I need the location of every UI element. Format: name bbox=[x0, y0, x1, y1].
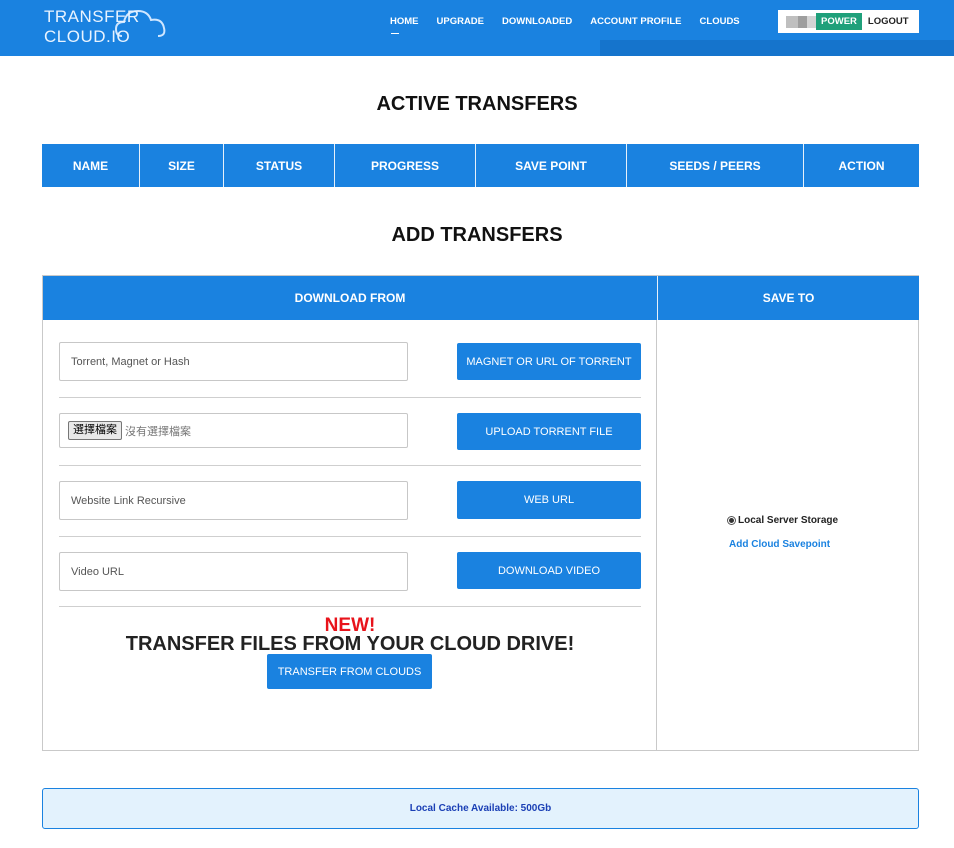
nav-upgrade[interactable]: UPGRADE bbox=[437, 16, 485, 27]
download-from-header: DOWNLOAD FROM bbox=[43, 276, 657, 320]
download-video-button[interactable]: DOWNLOAD VIDEO bbox=[457, 552, 641, 589]
row-divider bbox=[59, 397, 641, 398]
column-header-size: SIZE bbox=[140, 144, 224, 187]
site-logo[interactable]: Transfer Cloud.io bbox=[44, 6, 194, 46]
nav-clouds[interactable]: CLOUDS bbox=[700, 16, 740, 27]
logo-text: Transfer Cloud.io bbox=[44, 7, 140, 46]
column-header-progress: PROGRESS bbox=[335, 144, 476, 187]
add-transfers-title: ADD TRANSFERS bbox=[391, 224, 563, 246]
nav-account-profile[interactable]: ACCOUNT PROFILE bbox=[590, 16, 681, 27]
choose-file-button[interactable]: 選擇檔案 bbox=[68, 421, 122, 440]
nav-home[interactable]: HOME bbox=[390, 16, 419, 34]
column-header-name: NAME bbox=[42, 144, 140, 187]
add-transfers-panel: DOWNLOAD FROM SAVE TO MAGNET OR URL OF T… bbox=[42, 275, 919, 751]
active-transfers-title: ACTIVE TRANSFERS bbox=[376, 93, 578, 115]
radio-selected-icon[interactable] bbox=[727, 516, 736, 525]
local-cache-banner: Local Cache Available: 500Gb bbox=[42, 788, 919, 829]
no-file-label: 沒有選擇檔案 bbox=[125, 425, 191, 438]
cloud-transfer-title: TRANSFER FILES FROM YOUR CLOUD DRIVE! bbox=[125, 633, 575, 655]
save-to-header: SAVE TO bbox=[657, 276, 919, 320]
save-option-local[interactable]: Local Server Storage bbox=[727, 515, 838, 526]
row-divider bbox=[59, 465, 641, 466]
column-header-seeds-peers: SEEDS / PEERS bbox=[627, 144, 804, 187]
save-option-label: Local Server Storage bbox=[738, 515, 839, 526]
main-nav: HOME UPGRADE DOWNLOADED ACCOUNT PROFILE … bbox=[390, 16, 758, 34]
column-header-action: ACTION bbox=[838, 158, 885, 173]
column-header-status: STATUS bbox=[224, 144, 335, 187]
nav-downloaded[interactable]: DOWNLOADED bbox=[502, 16, 572, 27]
upload-torrent-button[interactable]: UPLOAD TORRENT FILE bbox=[457, 413, 641, 450]
torrent-file-picker[interactable]: 選擇檔案 沒有選擇檔案 bbox=[59, 413, 408, 448]
active-transfers-table-header: NAME SIZE STATUS PROGRESS SAVE POINT SEE… bbox=[42, 144, 919, 187]
transfer-from-clouds-button[interactable]: TRANSFER FROM CLOUDS bbox=[267, 654, 432, 689]
add-cloud-savepoint-link[interactable]: Add Cloud Savepoint bbox=[729, 539, 830, 550]
logout-link[interactable]: LOGOUT bbox=[868, 16, 909, 27]
avatar[interactable] bbox=[786, 15, 816, 28]
row-divider bbox=[59, 606, 641, 607]
column-header-save-point: SAVE POINT bbox=[476, 144, 627, 187]
video-url-input[interactable] bbox=[59, 552, 408, 591]
row-divider bbox=[59, 536, 641, 537]
top-navbar: Transfer Cloud.io HOME UPGRADE DOWNLOADE… bbox=[0, 0, 954, 56]
local-cache-text: Local Cache Available: 500Gb bbox=[409, 803, 552, 814]
power-badge[interactable]: POWER bbox=[816, 13, 862, 30]
web-url-button[interactable]: WEB URL bbox=[457, 481, 641, 519]
magnet-url-button[interactable]: MAGNET OR URL OF TORRENT bbox=[457, 343, 641, 380]
account-box: POWER LOGOUT bbox=[778, 10, 919, 33]
torrent-magnet-input[interactable] bbox=[59, 342, 408, 381]
website-link-input[interactable] bbox=[59, 481, 408, 520]
